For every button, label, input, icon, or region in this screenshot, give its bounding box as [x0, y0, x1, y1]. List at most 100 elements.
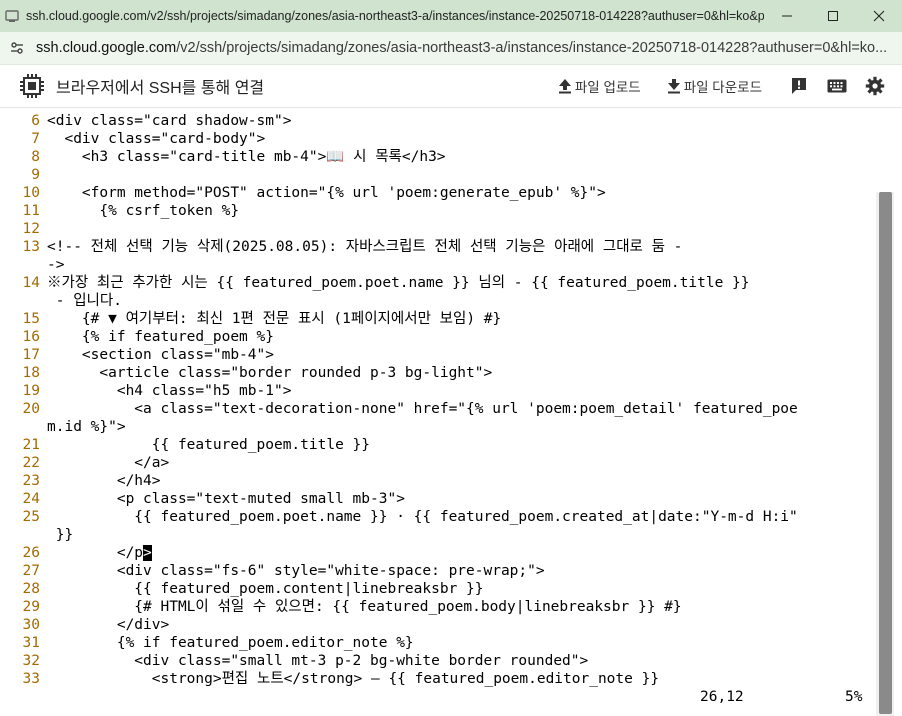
scrollbar-thumb[interactable] [879, 192, 892, 714]
editor-line: 10 <form method="POST" action="{% url 'p… [0, 184, 606, 202]
editor-line: 22 </a> [0, 454, 170, 472]
line-text: {% csrf_token %} [47, 203, 240, 219]
line-number: 16 [22, 329, 40, 345]
line-text: ※가장 최근 추가한 시는 {{ featured_poem.poet.name… [47, 275, 750, 291]
line-number: 23 [22, 473, 40, 489]
editor-line: 15 {# ▼ 여기부터: 최신 1편 전문 표시 (1페이지에서만 보임) #… [0, 310, 502, 328]
keyboard-icon[interactable] [826, 75, 848, 97]
editor-line: 23 </h4> [0, 472, 161, 490]
line-number: 6 [31, 113, 40, 129]
download-icon [667, 79, 680, 94]
url-path: /v2/ssh/projects/simadang/zones/asia-nor… [176, 40, 888, 56]
line-text: <div class="fs-6" style="white-space: pr… [47, 563, 545, 579]
feedback-icon[interactable] [788, 75, 810, 97]
minimize-button[interactable] [764, 0, 810, 32]
upload-file-label: 파일 업로드 [574, 80, 641, 95]
line-number: 21 [22, 437, 40, 453]
editor-line: 31 {% if featured_poem.editor_note %} [0, 634, 414, 652]
download-file-button[interactable]: 파일 다운로드 [667, 76, 762, 96]
line-text: <!-- 전체 선택 기능 삭제(2025.08.05): 자바스크립트 전체 … [47, 239, 683, 255]
line-number: 10 [22, 185, 40, 201]
line-number: 8 [31, 149, 40, 165]
line-number: 26 [22, 545, 40, 561]
editor-line-wrap: m.id %}"> [47, 419, 126, 435]
editor-line: 16 {% if featured_poem %} [0, 328, 274, 346]
line-text: {# ▼ 여기부터: 최신 1편 전문 표시 (1페이지에서만 보임) #} [47, 311, 502, 327]
line-text: <div class="card shadow-sm"> [47, 113, 292, 129]
editor-line: 14 ※가장 최근 추가한 시는 {{ featured_poem.poet.na… [0, 274, 750, 292]
url-text[interactable]: ssh.cloud.google.com/v2/ssh/projects/sim… [36, 40, 902, 56]
line-text: <h3 class="card-title mb-4">📖 시 목록</h3> [47, 149, 446, 165]
editor-line: 13 <!-- 전체 선택 기능 삭제(2025.08.05): 자바스크립트 전… [0, 238, 683, 256]
line-text: <div class="small mt-3 p-2 bg-white bord… [47, 653, 589, 669]
editor-line: 20 <a class="text-decoration-none" href=… [0, 400, 798, 418]
line-number: 13 [22, 239, 40, 255]
line-number: 30 [22, 617, 40, 633]
editor-line: 29 {# HTML이 섞일 수 있으면: {{ featured_poem.b… [0, 598, 682, 616]
address-bar[interactable]: ssh.cloud.google.com/v2/ssh/projects/sim… [0, 32, 902, 65]
line-number: 18 [22, 365, 40, 381]
ssh-toolbar: 브라우저에서 SSH를 통해 연결 파일 업로드 파일 다운로드 [0, 65, 902, 108]
line-number: 7 [31, 131, 40, 147]
line-text: </div> [47, 617, 170, 633]
editor-line: 32 <div class="small mt-3 p-2 bg-white b… [0, 652, 589, 670]
line-text: {% if featured_poem %} [47, 329, 274, 345]
editor-line-wrap: -> [47, 257, 65, 273]
line-number: 31 [22, 635, 40, 651]
line-text: {{ featured_poem.content|linebreaksbr }} [47, 581, 484, 597]
editor-line: 19 <h4 class="h5 mb-1"> [0, 382, 292, 400]
line-text: <strong>편집 노트</strong> — {{ featured_poe… [47, 671, 660, 687]
window-title: ssh.cloud.google.com/v2/ssh/projects/sim… [26, 9, 764, 23]
editor-line-wrap: }} [47, 527, 74, 543]
line-text: </p [47, 545, 144, 561]
line-number: 29 [22, 599, 40, 615]
line-text: <section class="mb-4"> [47, 347, 274, 363]
editor-line: 7 <div class="card-body"> [0, 130, 265, 148]
line-text: {# HTML이 섞일 수 있으면: {{ featured_poem.body… [47, 599, 682, 615]
download-file-label: 파일 다운로드 [683, 80, 762, 95]
editor-line: 24 <p class="text-muted small mb-3"> [0, 490, 405, 508]
scroll-percent: 5% [845, 689, 863, 705]
editor-line: 33 <strong>편집 노트</strong> — {{ featured_… [0, 670, 660, 688]
line-number: 9 [31, 167, 40, 183]
editor-line: 27 <div class="fs-6" style="white-space:… [0, 562, 545, 580]
editor-line-wrap: - 입니다. [47, 293, 122, 309]
line-number: 20 [22, 401, 40, 417]
line-text: </a> [47, 455, 170, 471]
line-number: 12 [22, 221, 40, 237]
line-number: 27 [22, 563, 40, 579]
text-cursor: > [143, 545, 152, 561]
compute-engine-logo-icon [18, 72, 46, 100]
settings-gear-icon[interactable] [864, 75, 886, 97]
upload-file-button[interactable]: 파일 업로드 [558, 76, 641, 96]
line-text: <article class="border rounded p-3 bg-li… [47, 365, 493, 381]
line-number: 17 [22, 347, 40, 363]
line-text: <a class="text-decoration-none" href="{%… [47, 401, 798, 417]
line-text: {{ featured_poem.title }} [47, 437, 371, 453]
editor-line: 12 [0, 220, 47, 238]
editor-line: 26 </p> [0, 544, 152, 562]
editor-line: 8 <h3 class="card-title mb-4">📖 시 목록</h3… [0, 148, 446, 166]
line-text: <div class="card-body"> [47, 131, 266, 147]
editor-line: 30 </div> [0, 616, 170, 634]
line-text: <form method="POST" action="{% url 'poem… [47, 185, 606, 201]
line-text: </h4> [47, 473, 161, 489]
editor-line: 25 {{ featured_poem.poet.name }} · {{ fe… [0, 508, 798, 526]
line-text: {{ featured_poem.poet.name }} · {{ featu… [47, 509, 798, 525]
cursor-position: 26,12 [700, 689, 744, 705]
editor-line: 9 [0, 166, 47, 184]
line-number: 22 [22, 455, 40, 471]
line-number: 25 [22, 509, 40, 525]
site-settings-icon[interactable] [8, 39, 26, 57]
line-number: 19 [22, 383, 40, 399]
page-favicon-icon [4, 8, 20, 24]
editor-line: 17 <section class="mb-4"> [0, 346, 274, 364]
connection-title: 브라우저에서 SSH를 통해 연결 [56, 80, 265, 97]
editor-line: 21 {{ featured_poem.title }} [0, 436, 370, 454]
line-text: <h4 class="h5 mb-1"> [47, 383, 292, 399]
close-button[interactable] [856, 0, 902, 32]
editor-line: 28 {{ featured_poem.content|linebreaksbr… [0, 580, 484, 598]
terminal-editor[interactable]: 26,12 5% 6 <div class="card shadow-sm"> 7 … [0, 108, 902, 716]
maximize-button[interactable] [810, 0, 856, 32]
editor-line: 11 {% csrf_token %} [0, 202, 240, 220]
